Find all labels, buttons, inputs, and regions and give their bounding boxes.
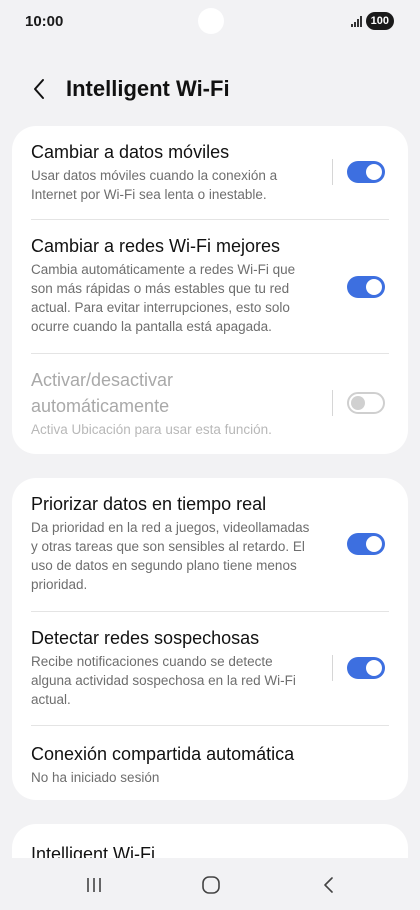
detect-suspicious-toggle[interactable] [347,657,385,679]
camera-cutout [198,8,224,34]
navigation-bar [0,858,420,910]
settings-card-advanced: Priorizar datos en tiempo real Da priori… [12,478,408,800]
setting-prioritize-realtime[interactable]: Priorizar datos en tiempo real Da priori… [12,478,408,612]
setting-description: son más rápidas o más estables que tu re… [31,281,290,296]
setting-description: uso de datos en segundo plano tiene meno… [31,558,297,573]
better-wifi-toggle[interactable] [347,276,385,298]
home-button[interactable] [196,874,226,896]
setting-auto-hotspot[interactable]: Conexión compartida automática No ha ini… [12,726,408,800]
divider [332,655,333,681]
setting-detect-suspicious[interactable]: Detectar redes sospechosas Recibe notifi… [12,612,408,726]
setting-description: actual. Para evitar interrupciones, esto… [31,300,290,315]
page-title: Intelligent Wi-Fi [66,76,230,101]
back-button[interactable] [24,74,54,104]
status-icons: 100 [350,12,394,30]
setting-description: ocurre cuando la pantalla está apagada. [31,319,272,334]
setting-title: automáticamente [31,396,170,416]
settings-card-network: Cambiar a datos móviles Usar datos móvil… [12,126,408,454]
setting-switch-better-wifi[interactable]: Cambiar a redes Wi-Fi mejores Cambia aut… [12,220,408,354]
setting-description: Cambia automáticamente a redes Wi-Fi que [31,262,296,277]
nav-back-button[interactable] [314,874,344,896]
setting-description: prioridad. [31,577,88,592]
setting-description: Activa Ubicación para usar esta función. [31,422,272,437]
battery-badge: 100 [365,12,394,30]
setting-title: Conexión compartida automática [31,744,295,764]
app-header: Intelligent Wi-Fi [0,68,420,110]
status-bar: 10:00 100 [0,0,420,44]
setting-switch-to-mobile-data[interactable]: Cambiar a datos móviles Usar datos móvil… [12,126,408,220]
status-time: 10:00 [25,13,64,30]
back-icon [324,877,333,893]
prioritize-realtime-toggle[interactable] [347,533,385,555]
divider [332,159,333,185]
mobile-data-toggle[interactable] [347,161,385,183]
chevron-left-icon [34,79,44,99]
setting-description: alguna actividad sospechosa en la red Wi… [31,673,296,688]
recents-icon [87,878,101,892]
setting-description: actual. [31,692,71,707]
setting-description: Da prioridad en la red a juegos, videoll… [31,520,310,535]
auto-on-off-toggle[interactable] [347,392,385,414]
setting-title: Priorizar datos en tiempo real [31,494,267,514]
setting-description: Recibe notificaciones cuando se detecte [31,654,273,669]
setting-title: Activar/desactivar [31,370,174,390]
setting-description: Usar datos móviles cuando la conexión a [31,168,278,183]
setting-description: No ha iniciado sesión [31,770,160,785]
divider [332,390,333,416]
setting-auto-on-off[interactable]: Activar/desactivar automáticamente Activ… [12,354,408,454]
recents-button[interactable] [79,874,109,896]
home-icon [202,876,220,894]
setting-description: y otras tareas que son sensibles al reta… [31,539,305,554]
setting-title: Detectar redes sospechosas [31,628,260,648]
setting-title: Cambiar a redes Wi-Fi mejores [31,236,281,256]
signal-icon [350,15,362,27]
setting-description: Internet por Wi-Fi sea lenta o inestable… [31,187,267,202]
setting-title: Cambiar a datos móviles [31,142,230,162]
